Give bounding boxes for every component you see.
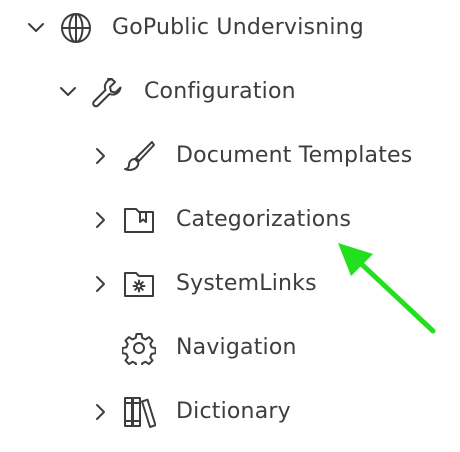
bookmark-folder-icon [121,202,157,238]
tree-node-label: Configuration [144,79,296,104]
books-icon [121,394,157,430]
chevron-right-icon[interactable] [89,209,111,231]
gear-icon [121,330,157,366]
chevron-right-icon[interactable] [89,273,111,295]
globe-icon [58,10,94,46]
tree-node-label: Dictionary [176,399,291,424]
tree-node-label: GoPublic Undervisning [112,15,364,40]
tree-node-label: Categorizations [176,207,352,232]
chevron-right-icon[interactable] [89,401,111,423]
chevron-down-icon[interactable] [57,81,79,103]
chevron-right-icon[interactable] [89,145,111,167]
gear-folder-icon [121,266,157,302]
tree-node-label: Navigation [176,335,297,360]
paintbrush-icon [121,138,157,174]
chevron-down-icon[interactable] [25,17,47,39]
tree-node-label: SystemLinks [176,271,317,296]
wrench-icon [89,74,125,110]
tree-node-label: Document Templates [176,143,413,168]
